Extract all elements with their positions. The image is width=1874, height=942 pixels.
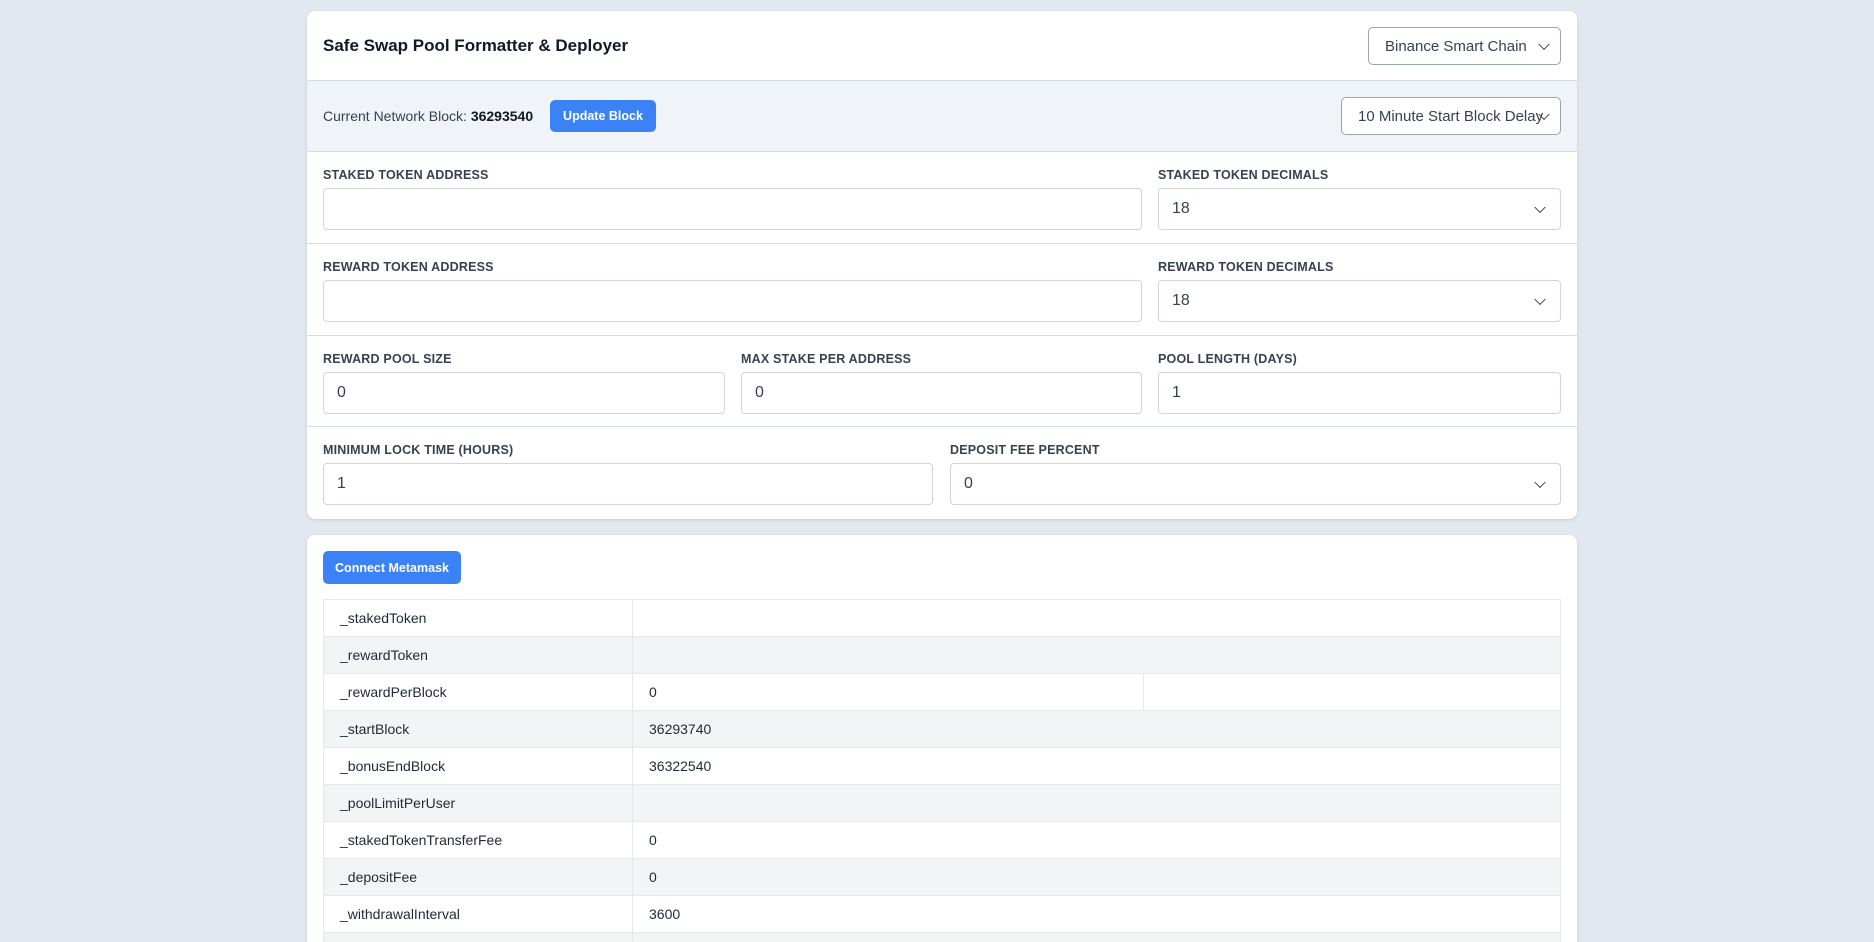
table-row: _bonusEndBlock 36322540 <box>323 747 1561 785</box>
deposit-fee-percent-label: DEPOSIT FEE PERCENT <box>950 443 1100 457</box>
card-header: Safe Swap Pool Formatter & Deployer Bina… <box>307 11 1577 81</box>
param-value: 0 <box>632 821 1561 859</box>
pool-length-days-label: POOL LENGTH (DAYS) <box>1158 352 1298 366</box>
param-key: _poolLimitPerUser <box>323 784 633 822</box>
staked-token-address-input[interactable] <box>323 188 1142 230</box>
staked-token-decimals-select[interactable]: 18 <box>1158 188 1561 230</box>
param-key: _startBlock <box>323 710 633 748</box>
param-value <box>632 784 1561 822</box>
page-title: Safe Swap Pool Formatter & Deployer <box>323 36 629 55</box>
param-key: _depositFee <box>323 858 633 896</box>
staked-token-decimals-label: STAKED TOKEN DECIMALS <box>1158 168 1329 182</box>
param-key: _withdrawalInterval <box>323 895 633 933</box>
reward-pool-size-label: REWARD POOL SIZE <box>323 352 452 366</box>
pool-settings-row: REWARD POOL SIZE 0 MAX STAKE PER ADDRESS… <box>307 336 1577 427</box>
minimum-lock-time-label: MINIMUM LOCK TIME (HOURS) <box>323 443 514 457</box>
lock-fee-row: MINIMUM LOCK TIME (HOURS) 1 DEPOSIT FEE … <box>307 427 1577 518</box>
reward-token-decimals-value: 18 <box>1172 292 1190 309</box>
param-value: 0 <box>632 858 1561 896</box>
param-value <box>632 932 1561 942</box>
max-stake-per-address-label: MAX STAKE PER ADDRESS <box>741 352 912 366</box>
param-extra <box>1143 673 1561 711</box>
table-row: _stakedTokenTransferFee 0 <box>323 821 1561 859</box>
current-block-value: 36293540 <box>470 108 534 124</box>
reward-token-address-label: REWARD TOKEN ADDRESS <box>323 260 494 274</box>
table-row: _depositFee 0 <box>323 858 1561 896</box>
reward-token-row: REWARD TOKEN ADDRESS REWARD TOKEN DECIMA… <box>307 244 1577 336</box>
current-block-label: Current Network Block: <box>323 108 467 124</box>
network-block-bar: Current Network Block: 36293540 Update B… <box>307 81 1577 152</box>
param-key: _stakedToken <box>323 599 633 637</box>
network-select-value: Binance Smart Chain <box>1385 37 1527 55</box>
deposit-fee-percent-value: 0 <box>964 475 973 492</box>
staked-token-row: STAKED TOKEN ADDRESS STAKED TOKEN DECIMA… <box>307 152 1577 244</box>
table-row: _poolLimitPerUser <box>323 784 1561 822</box>
param-value: 36293740 <box>632 710 1561 748</box>
param-value: 36322540 <box>632 747 1561 785</box>
table-row: _withdrawalInterval 3600 <box>323 895 1561 933</box>
minimum-lock-time-input[interactable]: 1 <box>323 463 933 505</box>
start-block-delay-value: 10 Minute Start Block Delay <box>1358 107 1544 125</box>
param-key <box>323 932 633 942</box>
chevron-down-icon <box>1534 293 1546 306</box>
param-value: 0 <box>632 673 1144 711</box>
table-row: _rewardToken <box>323 636 1561 674</box>
max-stake-per-address-input[interactable]: 0 <box>741 372 1142 414</box>
param-value <box>632 599 1561 637</box>
table-row: _rewardPerBlock 0 <box>323 673 1561 711</box>
staked-token-address-label: STAKED TOKEN ADDRESS <box>323 168 489 182</box>
deposit-fee-percent-select[interactable]: 0 <box>950 463 1561 505</box>
network-select[interactable]: Binance Smart Chain <box>1368 27 1561 65</box>
reward-token-decimals-label: REWARD TOKEN DECIMALS <box>1158 260 1334 274</box>
pool-formatter-card: Safe Swap Pool Formatter & Deployer Bina… <box>307 11 1577 519</box>
param-key: _rewardPerBlock <box>323 673 633 711</box>
deploy-card: Connect Metamask _stakedToken _rewardTok… <box>307 535 1577 942</box>
param-key: _rewardToken <box>323 636 633 674</box>
chevron-down-icon <box>1538 38 1550 51</box>
table-row: _stakedToken <box>323 599 1561 637</box>
update-block-button[interactable]: Update Block <box>550 100 656 132</box>
current-block-text: Current Network Block: 36293540 <box>323 108 533 124</box>
constructor-params-table: _stakedToken _rewardToken _rewardPerBloc… <box>323 599 1561 942</box>
param-value <box>632 636 1561 674</box>
reward-pool-size-input[interactable]: 0 <box>323 372 725 414</box>
reward-token-address-input[interactable] <box>323 280 1142 322</box>
table-row: _startBlock 36293740 <box>323 710 1561 748</box>
pool-length-days-input[interactable]: 1 <box>1158 372 1561 414</box>
chevron-down-icon <box>1534 476 1546 489</box>
connect-metamask-button[interactable]: Connect Metamask <box>323 551 461 584</box>
table-row <box>323 932 1561 942</box>
param-key: _stakedTokenTransferFee <box>323 821 633 859</box>
staked-token-decimals-value: 18 <box>1172 200 1190 217</box>
param-key: _bonusEndBlock <box>323 747 633 785</box>
start-block-delay-select[interactable]: 10 Minute Start Block Delay <box>1341 97 1561 135</box>
chevron-down-icon <box>1534 201 1546 214</box>
reward-token-decimals-select[interactable]: 18 <box>1158 280 1561 322</box>
param-value: 3600 <box>632 895 1561 933</box>
